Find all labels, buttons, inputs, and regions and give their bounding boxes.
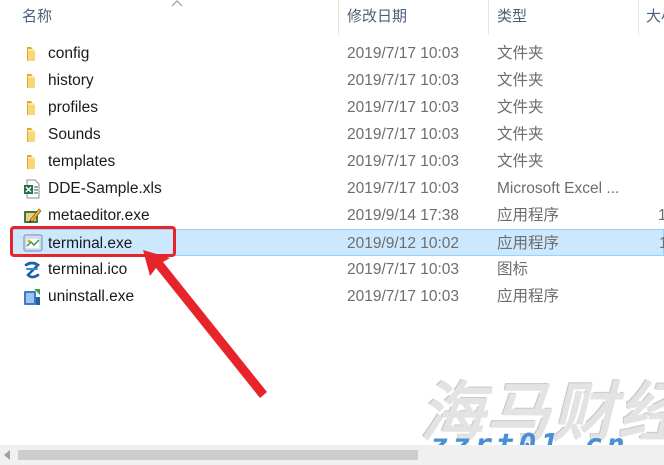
file-type: 文件夹 <box>497 72 544 89</box>
uninstall-app-icon <box>24 289 40 305</box>
folder-icon <box>27 74 35 88</box>
file-name: terminal.ico <box>48 261 128 278</box>
metaeditor-app-icon <box>24 208 42 223</box>
scrollbar-thumb[interactable] <box>18 450 418 460</box>
file-size <box>658 283 664 310</box>
file-date: 2019/7/17 10:03 <box>347 99 460 116</box>
file-row[interactable]: terminal.ico 2019/7/17 10:03 图标 <box>0 256 664 283</box>
file-type: 应用程序 <box>497 288 560 305</box>
file-size: 1 <box>659 235 664 252</box>
file-name: uninstall.exe <box>48 288 135 305</box>
file-date: 2019/7/17 10:03 <box>347 153 460 170</box>
file-date: 2019/7/17 10:03 <box>347 72 460 89</box>
ico-file-icon <box>24 261 41 279</box>
file-row[interactable]: config 2019/7/17 10:03 文件夹 <box>0 40 664 67</box>
column-header-name[interactable]: 名称 <box>22 0 322 35</box>
column-divider[interactable] <box>338 0 339 35</box>
file-size <box>658 94 664 121</box>
file-type: 文件夹 <box>497 45 544 62</box>
file-name: DDE-Sample.xls <box>48 180 162 197</box>
file-name: profiles <box>48 99 98 116</box>
folder-icon <box>27 155 35 169</box>
file-row[interactable]: uninstall.exe 2019/7/17 10:03 应用程序 <box>0 283 664 310</box>
file-date: 2019/7/17 10:03 <box>347 261 460 278</box>
file-size <box>658 175 664 202</box>
file-row[interactable]: Sounds 2019/7/17 10:03 文件夹 <box>0 121 664 148</box>
file-type: 应用程序 <box>497 235 560 252</box>
file-type: 应用程序 <box>497 207 560 224</box>
file-row[interactable]: metaeditor.exe 2019/9/14 17:38 应用程序 1 <box>0 202 664 229</box>
file-size <box>658 256 664 283</box>
file-size: 1 <box>658 207 664 224</box>
file-date: 2019/7/17 10:03 <box>347 180 460 197</box>
file-row[interactable]: templates 2019/7/17 10:03 文件夹 <box>0 148 664 175</box>
file-name: history <box>48 72 94 89</box>
file-date: 2019/7/17 10:03 <box>347 45 460 62</box>
file-date: 2019/9/14 17:38 <box>347 207 460 224</box>
horizontal-scrollbar[interactable] <box>0 445 664 465</box>
file-type: 图标 <box>497 261 529 278</box>
folder-icon <box>27 101 35 115</box>
file-type: 文件夹 <box>497 99 544 116</box>
file-name: metaeditor.exe <box>48 207 150 224</box>
column-header: 名称 修改日期 类型 大小 <box>0 0 664 35</box>
file-name: Sounds <box>48 126 101 143</box>
file-name: config <box>48 45 90 62</box>
column-header-date[interactable]: 修改日期 <box>347 0 487 35</box>
file-size <box>658 40 664 67</box>
file-date: 2019/7/17 10:03 <box>347 288 460 305</box>
file-type: 文件夹 <box>497 153 544 170</box>
scroll-left-arrow-icon[interactable] <box>4 450 10 460</box>
file-name: templates <box>48 153 116 170</box>
column-header-size[interactable]: 大小 <box>646 0 664 35</box>
file-type: 文件夹 <box>497 126 544 143</box>
file-size <box>658 148 664 175</box>
file-size <box>658 67 664 94</box>
folder-icon <box>27 128 35 142</box>
file-date: 2019/9/12 10:02 <box>347 235 460 252</box>
file-explorer: 名称 修改日期 类型 大小 config 2019/7/17 10:03 文件夹 <box>0 0 664 465</box>
column-header-type[interactable]: 类型 <box>497 0 637 35</box>
excel-file-icon <box>24 179 40 199</box>
column-divider[interactable] <box>638 0 639 35</box>
annotation-highlight-box <box>10 226 176 257</box>
file-row[interactable]: history 2019/7/17 10:03 文件夹 <box>0 67 664 94</box>
file-row[interactable]: profiles 2019/7/17 10:03 文件夹 <box>0 94 664 121</box>
column-divider[interactable] <box>488 0 489 35</box>
file-size <box>658 121 664 148</box>
folder-icon <box>27 47 35 61</box>
file-row[interactable]: DDE-Sample.xls 2019/7/17 10:03 Microsoft… <box>0 175 664 202</box>
file-type: Microsoft Excel ... <box>497 180 620 197</box>
file-date: 2019/7/17 10:03 <box>347 126 460 143</box>
